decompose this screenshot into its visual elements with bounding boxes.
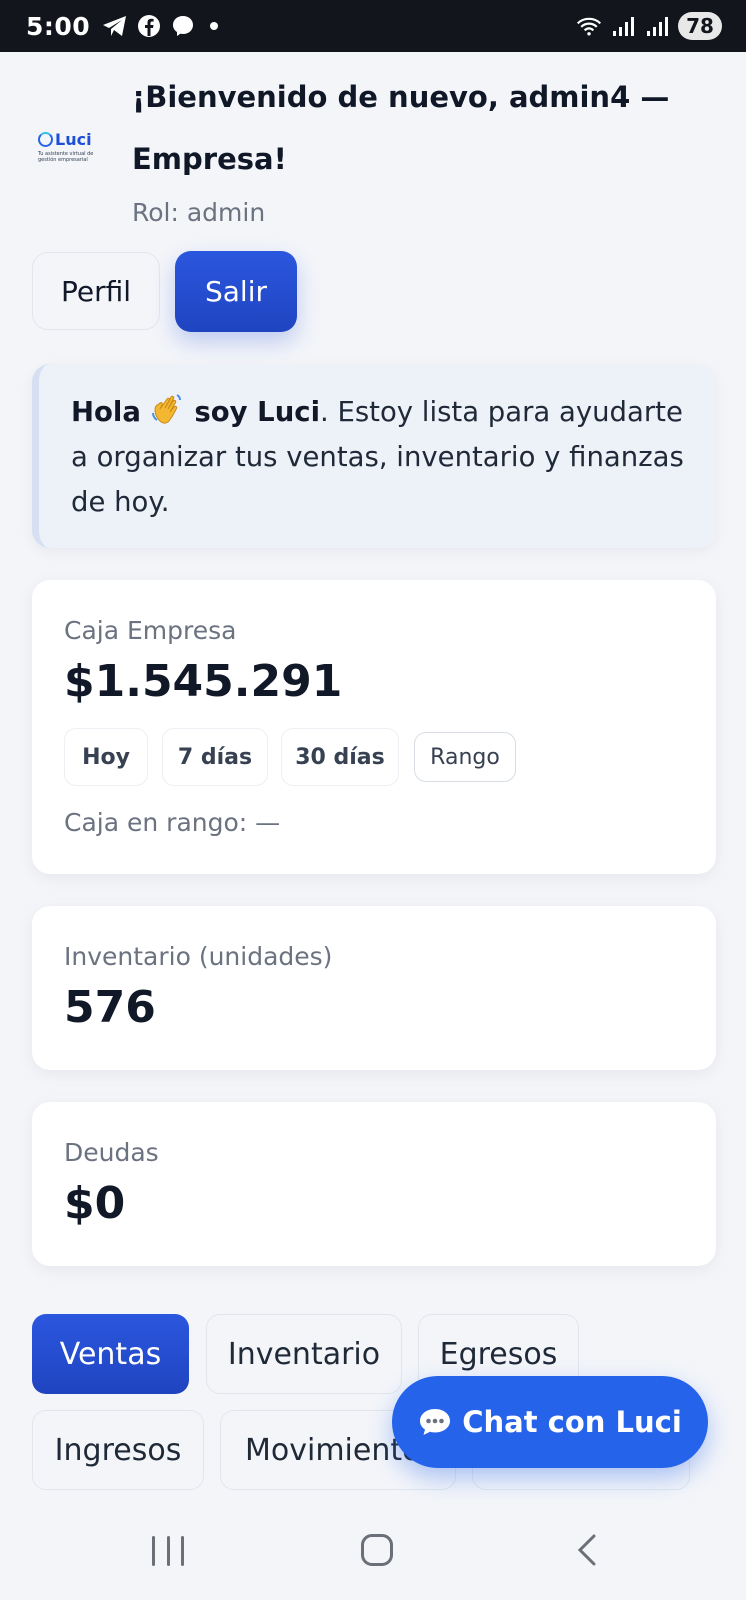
inventory-label: Inventario (unidades)	[64, 942, 333, 971]
dot-icon	[210, 22, 219, 30]
status-bar: 5:00 78	[0, 0, 746, 52]
tab-ventas[interactable]: Ventas	[32, 1314, 189, 1394]
home-icon[interactable]	[361, 1534, 393, 1566]
cash-label: Caja Empresa	[64, 616, 237, 645]
greeting-hello: Hola	[71, 396, 141, 428]
chat-bubble-icon	[418, 1407, 452, 1437]
profile-button[interactable]: Perfil	[32, 252, 160, 330]
waving-hand-icon	[150, 391, 186, 427]
debts-value: $0	[64, 1178, 126, 1229]
chat-label: Chat con Luci	[462, 1405, 682, 1439]
inventory-value: 576	[64, 982, 156, 1033]
battery-level: 78	[678, 12, 722, 40]
status-time: 5:00	[26, 11, 91, 41]
cash-value: $1.545.291	[64, 656, 343, 707]
logo-text: Luci	[55, 130, 92, 149]
back-icon[interactable]	[572, 1534, 602, 1566]
recents-icon[interactable]	[152, 1536, 184, 1566]
cash-range-text: Caja en rango: —	[64, 808, 281, 837]
range-7-days-button[interactable]: 7 días	[162, 728, 268, 786]
system-nav-bar	[0, 1500, 746, 1600]
welcome-title: ¡Bienvenido de nuevo, admin4 — Empresa!	[132, 80, 670, 176]
messenger-icon	[170, 13, 196, 39]
facebook-icon	[136, 13, 162, 39]
chat-with-luci-button[interactable]: Chat con Luci	[392, 1376, 708, 1468]
range-today-button[interactable]: Hoy	[64, 728, 148, 786]
greeting-name: soy Luci	[194, 396, 320, 428]
signal-icon	[610, 13, 636, 39]
tab-inventario[interactable]: Inventario	[206, 1314, 402, 1394]
notification-icons	[102, 13, 219, 39]
tab-ingresos[interactable]: Ingresos	[32, 1410, 204, 1490]
logout-button[interactable]: Salir	[175, 251, 297, 332]
logo-tagline: Tu asistente virtual de gestión empresar…	[38, 151, 94, 163]
signal-icon	[644, 13, 670, 39]
range-custom-button[interactable]: Rango	[414, 732, 516, 782]
range-30-days-button[interactable]: 30 días	[281, 728, 399, 786]
assistant-greeting: Hola soy Luci. Estoy lista para ayudarte…	[32, 364, 716, 548]
debts-label: Deudas	[64, 1138, 159, 1167]
telegram-icon	[102, 13, 128, 39]
system-icons: 78	[576, 12, 722, 40]
debts-card	[32, 1102, 716, 1266]
logo-ring-icon	[38, 132, 53, 147]
luci-logo: Luci Tu asistente virtual de gestión emp…	[38, 130, 102, 170]
user-role: Rol: admin	[132, 198, 266, 227]
wifi-icon	[576, 13, 602, 39]
